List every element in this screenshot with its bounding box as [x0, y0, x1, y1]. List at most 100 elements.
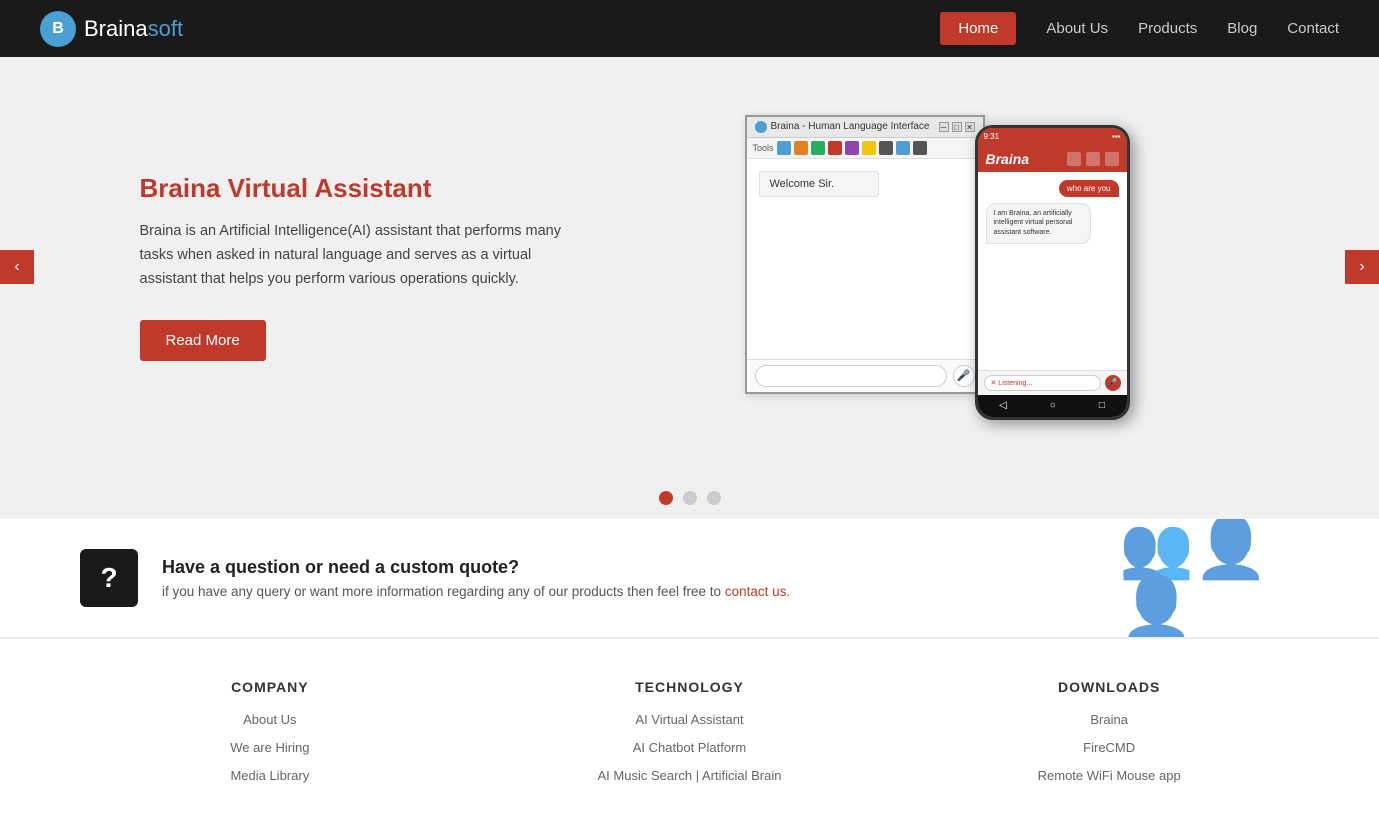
footer-link-ai-assistant[interactable]: AI Virtual Assistant [500, 711, 880, 729]
cta-section: ? Have a question or need a custom quote… [0, 519, 1379, 638]
tool-icon-6 [862, 141, 876, 155]
phone-input-field[interactable]: ✕ Listening... [984, 375, 1101, 391]
carousel-next-button[interactable]: › [1345, 250, 1379, 284]
dot-1[interactable] [659, 491, 673, 505]
footer-link-braina[interactable]: Braina [919, 711, 1299, 729]
hero-description: Braina is an Artificial Intelligence(AI)… [140, 220, 582, 292]
desktop-chat-area: Welcome Sir. [747, 159, 983, 359]
nav-item-contact[interactable]: Contact [1287, 20, 1339, 38]
toolbar-label: Tools [753, 143, 774, 153]
footer-link-media[interactable]: Media Library [80, 767, 460, 785]
phone-icon-1 [1067, 152, 1081, 166]
footer-link-firecmd[interactable]: FireCMD [919, 739, 1299, 757]
cta-text: Have a question or need a custom quote? … [162, 557, 790, 599]
cta-body: if you have any query or want more infor… [162, 584, 790, 599]
hero-inner: Braina Virtual Assistant Braina is an Ar… [140, 115, 1240, 420]
hero-images: Braina - Human Language Interface ─ □ ✕ … [635, 115, 1240, 420]
tool-icon-5 [845, 141, 859, 155]
nav-link-contact[interactable]: Contact [1287, 20, 1339, 37]
phone-screen: 9:31 ▪▪▪ Braina who are you I am Brai [978, 128, 1127, 417]
dot-2[interactable] [683, 491, 697, 505]
cta-contact-link[interactable]: contact us. [725, 584, 790, 599]
carousel-dots [0, 477, 1379, 519]
titlebar-left: Braina - Human Language Interface [755, 121, 930, 133]
nav-item-blog[interactable]: Blog [1227, 20, 1257, 38]
footer-col-company: COMPANY About Us We are Hiring Media Lib… [80, 679, 460, 795]
tool-icon-8 [896, 141, 910, 155]
maximize-button[interactable]: □ [952, 122, 962, 132]
desktop-input-bar: 🎤 [747, 359, 983, 392]
close-button[interactable]: ✕ [965, 122, 975, 132]
question-icon: ? [100, 562, 117, 594]
nav-item-products[interactable]: Products [1138, 20, 1197, 38]
phone-mockup: 9:31 ▪▪▪ Braina who are you I am Brai [975, 125, 1130, 420]
nav-link-home[interactable]: Home [940, 12, 1016, 45]
footer-col-technology: TECHNOLOGY AI Virtual Assistant AI Chatb… [500, 679, 880, 795]
nav-links: Home About Us Products Blog Contact [940, 20, 1339, 38]
cta-people-image: 👥👤👤 [1119, 519, 1299, 637]
phone-logo: Braina [986, 151, 1030, 167]
footer-links-downloads: Braina FireCMD Remote WiFi Mouse app [919, 711, 1299, 785]
footer-link-chatbot[interactable]: AI Chatbot Platform [500, 739, 880, 757]
phone-navbar: ◁ ○ □ [978, 395, 1127, 417]
desktop-mockup: Braina - Human Language Interface ─ □ ✕ … [745, 115, 985, 394]
titlebar-buttons: ─ □ ✕ [939, 122, 975, 132]
phone-icon-3 [1105, 152, 1119, 166]
phone-header: Braina [978, 146, 1127, 172]
tool-icon-1 [777, 141, 791, 155]
nav-link-products[interactable]: Products [1138, 20, 1197, 37]
phone-chat-area: who are you I am Braina, an artificially… [978, 172, 1127, 370]
tool-icon-2 [794, 141, 808, 155]
welcome-bubble: Welcome Sir. [759, 171, 879, 197]
brand-name: Brainasoft [84, 16, 183, 42]
dot-3[interactable] [707, 491, 721, 505]
tool-icon-3 [811, 141, 825, 155]
hero-text: Braina Virtual Assistant Braina is an Ar… [140, 173, 602, 361]
minimize-button[interactable]: ─ [939, 122, 949, 132]
nav-item-home[interactable]: Home [940, 20, 1016, 38]
tool-icon-9 [913, 141, 927, 155]
brand-icon: B [40, 11, 76, 47]
desktop-mic-button[interactable]: 🎤 [953, 365, 975, 387]
desktop-titlebar: Braina - Human Language Interface ─ □ ✕ [747, 117, 983, 138]
footer-col-downloads: DOWNLOADS Braina FireCMD Remote WiFi Mou… [919, 679, 1299, 795]
footer: COMPANY About Us We are Hiring Media Lib… [0, 638, 1379, 835]
footer-link-mouse-app[interactable]: Remote WiFi Mouse app [919, 767, 1299, 785]
footer-heading-technology: TECHNOLOGY [500, 679, 880, 695]
phone-home-icon[interactable]: ○ [1050, 400, 1056, 411]
phone-mic-button[interactable]: 🎤 [1105, 375, 1121, 391]
phone-header-icons [1067, 152, 1119, 166]
phone-input-bar: ✕ Listening... 🎤 [978, 370, 1127, 395]
nav-item-about[interactable]: About Us [1046, 20, 1108, 38]
footer-link-hiring[interactable]: We are Hiring [80, 739, 460, 757]
phone-recents-icon[interactable]: □ [1099, 400, 1105, 411]
nav-link-about[interactable]: About Us [1046, 20, 1108, 37]
nav-link-blog[interactable]: Blog [1227, 20, 1257, 37]
footer-link-about[interactable]: About Us [80, 711, 460, 729]
listening-text: ✕ Listening... [989, 380, 1033, 387]
tool-icon-7 [879, 141, 893, 155]
window-title: Braina - Human Language Interface [771, 121, 930, 132]
phone-bubble-left: I am Braina, an artificially intelligent… [986, 203, 1091, 244]
phone-statusbar: 9:31 ▪▪▪ [978, 128, 1127, 146]
footer-heading-company: COMPANY [80, 679, 460, 695]
people-placeholder: 👥👤👤 [1119, 519, 1299, 637]
cta-icon-box: ? [80, 549, 138, 607]
footer-link-music-search[interactable]: AI Music Search | Artificial Brain [500, 767, 880, 785]
tool-icon-4 [828, 141, 842, 155]
footer-links-company: About Us We are Hiring Media Library [80, 711, 460, 785]
read-more-button[interactable]: Read More [140, 320, 266, 361]
brand-logo[interactable]: B Brainasoft [40, 11, 183, 47]
hero-section: ‹ Braina Virtual Assistant Braina is an … [0, 57, 1379, 477]
phone-icon-2 [1086, 152, 1100, 166]
footer-links-technology: AI Virtual Assistant AI Chatbot Platform… [500, 711, 880, 785]
brand-initial: B [52, 20, 64, 38]
carousel-prev-button[interactable]: ‹ [0, 250, 34, 284]
hero-title: Braina Virtual Assistant [140, 173, 582, 204]
phone-bubble-right: who are you [1059, 180, 1119, 197]
phone-back-icon[interactable]: ◁ [999, 400, 1007, 411]
desktop-input-field[interactable] [755, 365, 947, 387]
braina-small-icon [755, 121, 767, 133]
phone-time: 9:31 [984, 132, 1000, 141]
cta-title: Have a question or need a custom quote? [162, 557, 790, 578]
